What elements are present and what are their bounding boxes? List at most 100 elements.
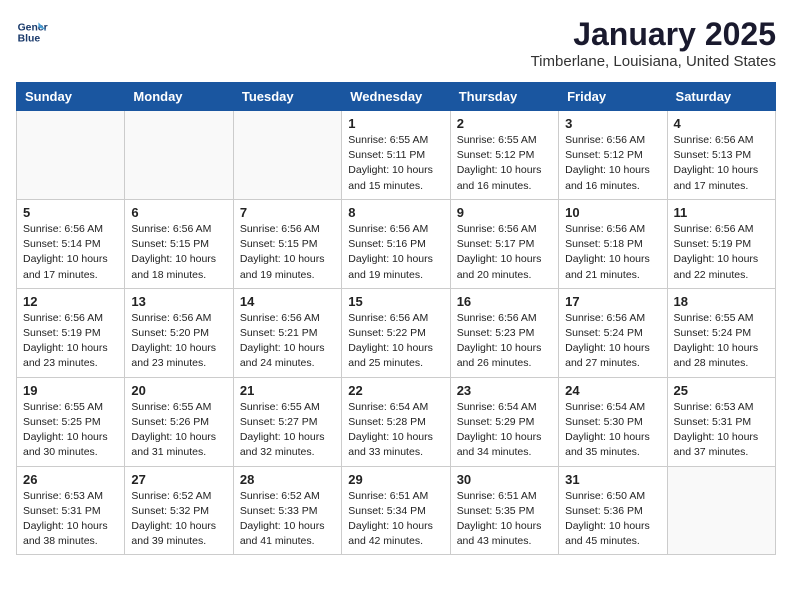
day-number: 26: [23, 472, 118, 487]
day-info: Sunrise: 6:56 AM Sunset: 5:18 PM Dayligh…: [565, 222, 660, 283]
calendar-cell: 10 Sunrise: 6:56 AM Sunset: 5:18 PM Dayli…: [559, 199, 667, 288]
day-info: Sunrise: 6:51 AM Sunset: 5:34 PM Dayligh…: [348, 489, 443, 550]
week-row-3: 19 Sunrise: 6:55 AM Sunset: 5:25 PM Dayli…: [17, 377, 776, 466]
week-row-0: 1 Sunrise: 6:55 AM Sunset: 5:11 PM Daylig…: [17, 111, 776, 200]
calendar-cell: 2 Sunrise: 6:55 AM Sunset: 5:12 PM Daylig…: [450, 111, 558, 200]
day-info: Sunrise: 6:55 AM Sunset: 5:12 PM Dayligh…: [457, 133, 552, 194]
weekday-header-saturday: Saturday: [667, 83, 775, 111]
day-number: 8: [348, 205, 443, 220]
weekday-header-thursday: Thursday: [450, 83, 558, 111]
day-info: Sunrise: 6:56 AM Sunset: 5:22 PM Dayligh…: [348, 311, 443, 372]
day-info: Sunrise: 6:55 AM Sunset: 5:25 PM Dayligh…: [23, 400, 118, 461]
day-number: 10: [565, 205, 660, 220]
weekday-header-row: SundayMondayTuesdayWednesdayThursdayFrid…: [17, 83, 776, 111]
day-number: 6: [131, 205, 226, 220]
day-number: 21: [240, 383, 335, 398]
day-info: Sunrise: 6:56 AM Sunset: 5:17 PM Dayligh…: [457, 222, 552, 283]
week-row-1: 5Sunrise: 6:56 AM Sunset: 5:14 PM Daylig…: [17, 199, 776, 288]
day-info: Sunrise: 6:56 AM Sunset: 5:19 PM Dayligh…: [674, 222, 769, 283]
day-number: 16: [457, 294, 552, 309]
day-info: Sunrise: 6:50 AM Sunset: 5:36 PM Dayligh…: [565, 489, 660, 550]
day-number: 25: [674, 383, 769, 398]
location-title: Timberlane, Louisiana, United States: [531, 53, 776, 70]
calendar-cell: 14Sunrise: 6:56 AM Sunset: 5:21 PM Dayli…: [233, 288, 341, 377]
day-info: Sunrise: 6:54 AM Sunset: 5:30 PM Dayligh…: [565, 400, 660, 461]
week-row-4: 26 Sunrise: 6:53 AM Sunset: 5:31 PM Dayli…: [17, 466, 776, 555]
day-info: Sunrise: 6:56 AM Sunset: 5:15 PM Dayligh…: [131, 222, 226, 283]
day-info: Sunrise: 6:56 AM Sunset: 5:24 PM Dayligh…: [565, 311, 660, 372]
day-info: Sunrise: 6:56 AM Sunset: 5:13 PM Dayligh…: [674, 133, 769, 194]
day-number: 17: [565, 294, 660, 309]
day-info: Sunrise: 6:56 AM Sunset: 5:23 PM Dayligh…: [457, 311, 552, 372]
day-info: Sunrise: 6:54 AM Sunset: 5:28 PM Dayligh…: [348, 400, 443, 461]
day-number: 24: [565, 383, 660, 398]
day-number: 20: [131, 383, 226, 398]
weekday-header-sunday: Sunday: [17, 83, 125, 111]
calendar-cell: 29Sunrise: 6:51 AM Sunset: 5:34 PM Dayli…: [342, 466, 450, 555]
calendar-cell: [667, 466, 775, 555]
day-number: 4: [674, 116, 769, 131]
day-number: 3: [565, 116, 660, 131]
logo-icon: General Blue: [16, 16, 48, 48]
calendar-cell: 19 Sunrise: 6:55 AM Sunset: 5:25 PM Dayli…: [17, 377, 125, 466]
day-number: 19: [23, 383, 118, 398]
calendar-cell: [233, 111, 341, 200]
day-number: 2: [457, 116, 552, 131]
calendar-cell: 24 Sunrise: 6:54 AM Sunset: 5:30 PM Dayli…: [559, 377, 667, 466]
calendar-cell: 28Sunrise: 6:52 AM Sunset: 5:33 PM Dayli…: [233, 466, 341, 555]
weekday-header-wednesday: Wednesday: [342, 83, 450, 111]
calendar-cell: 23Sunrise: 6:54 AM Sunset: 5:29 PM Dayli…: [450, 377, 558, 466]
day-number: 13: [131, 294, 226, 309]
calendar-cell: 30 Sunrise: 6:51 AM Sunset: 5:35 PM Dayli…: [450, 466, 558, 555]
month-title: January 2025: [531, 16, 776, 53]
day-number: 18: [674, 294, 769, 309]
calendar-cell: 25 Sunrise: 6:53 AM Sunset: 5:31 PM Dayli…: [667, 377, 775, 466]
calendar-cell: 21Sunrise: 6:55 AM Sunset: 5:27 PM Dayli…: [233, 377, 341, 466]
day-info: Sunrise: 6:53 AM Sunset: 5:31 PM Dayligh…: [674, 400, 769, 461]
day-number: 30: [457, 472, 552, 487]
day-info: Sunrise: 6:54 AM Sunset: 5:29 PM Dayligh…: [457, 400, 552, 461]
day-info: Sunrise: 6:53 AM Sunset: 5:31 PM Dayligh…: [23, 489, 118, 550]
day-number: 15: [348, 294, 443, 309]
day-info: Sunrise: 6:56 AM Sunset: 5:21 PM Dayligh…: [240, 311, 335, 372]
day-info: Sunrise: 6:51 AM Sunset: 5:35 PM Dayligh…: [457, 489, 552, 550]
calendar-cell: 26 Sunrise: 6:53 AM Sunset: 5:31 PM Dayli…: [17, 466, 125, 555]
day-info: Sunrise: 6:55 AM Sunset: 5:11 PM Dayligh…: [348, 133, 443, 194]
day-number: 12: [23, 294, 118, 309]
calendar-cell: 8 Sunrise: 6:56 AM Sunset: 5:16 PM Daylig…: [342, 199, 450, 288]
day-number: 5: [23, 205, 118, 220]
calendar-cell: 27Sunrise: 6:52 AM Sunset: 5:32 PM Dayli…: [125, 466, 233, 555]
calendar-cell: 12 Sunrise: 6:56 AM Sunset: 5:19 PM Dayli…: [17, 288, 125, 377]
day-info: Sunrise: 6:56 AM Sunset: 5:15 PM Dayligh…: [240, 222, 335, 283]
week-row-2: 12 Sunrise: 6:56 AM Sunset: 5:19 PM Dayli…: [17, 288, 776, 377]
calendar-cell: 1 Sunrise: 6:55 AM Sunset: 5:11 PM Daylig…: [342, 111, 450, 200]
calendar-cell: 9 Sunrise: 6:56 AM Sunset: 5:17 PM Daylig…: [450, 199, 558, 288]
calendar-cell: [17, 111, 125, 200]
day-info: Sunrise: 6:56 AM Sunset: 5:19 PM Dayligh…: [23, 311, 118, 372]
day-info: Sunrise: 6:55 AM Sunset: 5:24 PM Dayligh…: [674, 311, 769, 372]
calendar-cell: 15 Sunrise: 6:56 AM Sunset: 5:22 PM Dayli…: [342, 288, 450, 377]
day-info: Sunrise: 6:52 AM Sunset: 5:33 PM Dayligh…: [240, 489, 335, 550]
day-info: Sunrise: 6:55 AM Sunset: 5:26 PM Dayligh…: [131, 400, 226, 461]
title-block: January 2025 Timberlane, Louisiana, Unit…: [531, 16, 776, 70]
calendar-cell: 13Sunrise: 6:56 AM Sunset: 5:20 PM Dayli…: [125, 288, 233, 377]
calendar-cell: 7 Sunrise: 6:56 AM Sunset: 5:15 PM Daylig…: [233, 199, 341, 288]
day-number: 1: [348, 116, 443, 131]
calendar-cell: 6 Sunrise: 6:56 AM Sunset: 5:15 PM Daylig…: [125, 199, 233, 288]
day-number: 11: [674, 205, 769, 220]
calendar-cell: 3Sunrise: 6:56 AM Sunset: 5:12 PM Daylig…: [559, 111, 667, 200]
calendar-cell: 18 Sunrise: 6:55 AM Sunset: 5:24 PM Dayli…: [667, 288, 775, 377]
calendar-cell: [125, 111, 233, 200]
calendar-cell: 31 Sunrise: 6:50 AM Sunset: 5:36 PM Dayli…: [559, 466, 667, 555]
calendar-cell: 11 Sunrise: 6:56 AM Sunset: 5:19 PM Dayli…: [667, 199, 775, 288]
calendar-table: SundayMondayTuesdayWednesdayThursdayFrid…: [16, 82, 776, 555]
calendar-cell: 16 Sunrise: 6:56 AM Sunset: 5:23 PM Dayli…: [450, 288, 558, 377]
calendar-cell: 5Sunrise: 6:56 AM Sunset: 5:14 PM Daylig…: [17, 199, 125, 288]
day-number: 22: [348, 383, 443, 398]
day-info: Sunrise: 6:56 AM Sunset: 5:16 PM Dayligh…: [348, 222, 443, 283]
day-number: 7: [240, 205, 335, 220]
calendar-cell: 4 Sunrise: 6:56 AM Sunset: 5:13 PM Daylig…: [667, 111, 775, 200]
day-info: Sunrise: 6:52 AM Sunset: 5:32 PM Dayligh…: [131, 489, 226, 550]
day-number: 31: [565, 472, 660, 487]
day-number: 9: [457, 205, 552, 220]
